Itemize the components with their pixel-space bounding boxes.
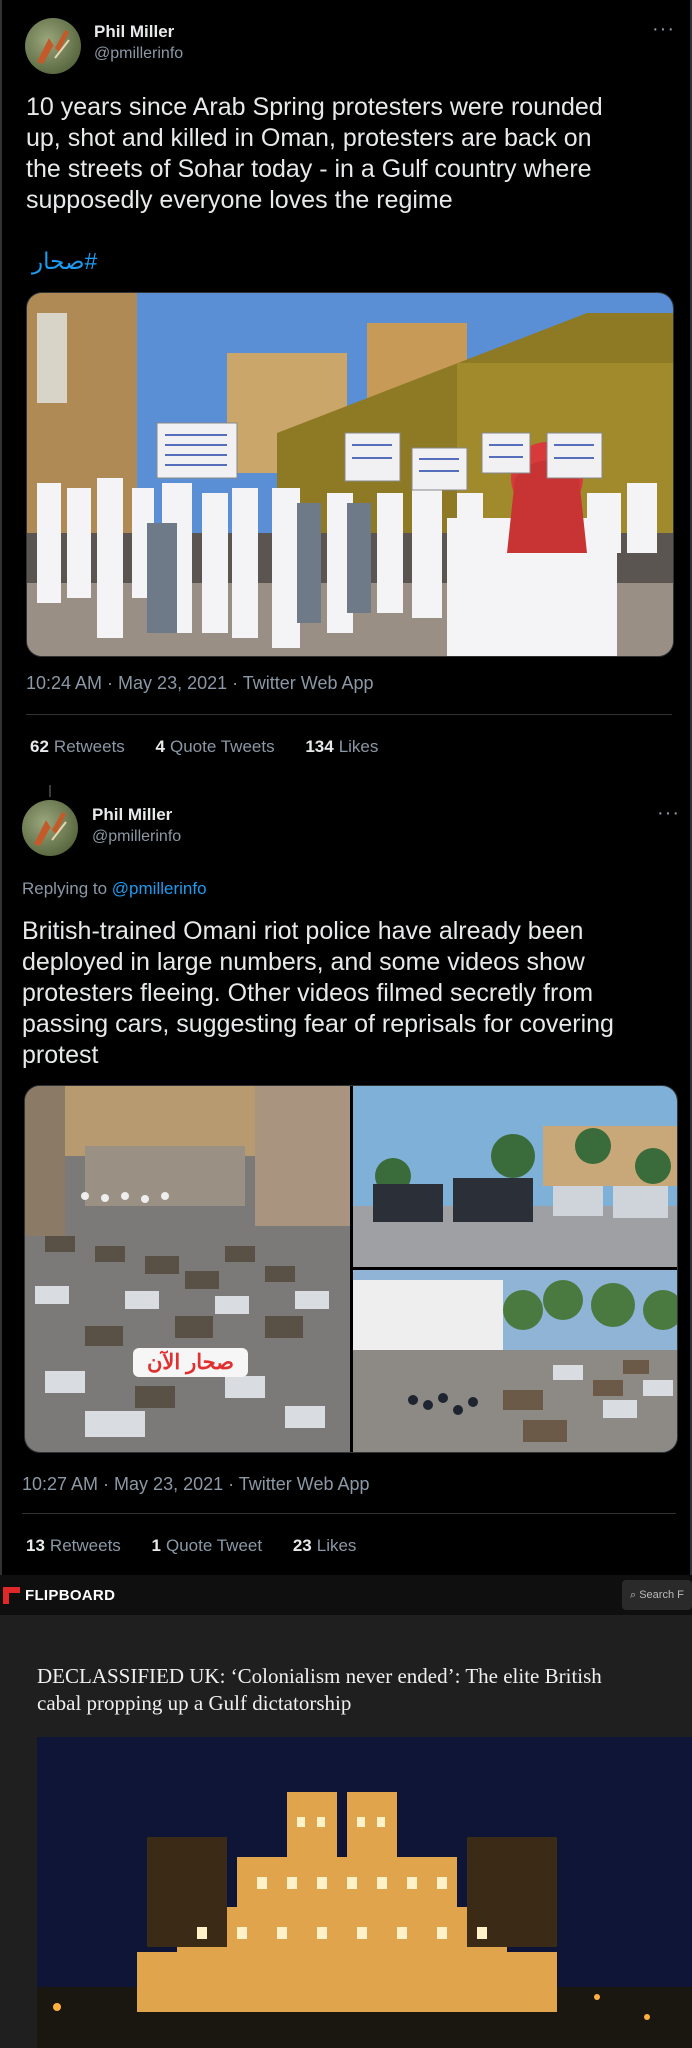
video-thumbnail-street[interactable]: صحار الآن xyxy=(25,1086,350,1452)
more-icon[interactable]: ··· xyxy=(657,802,680,825)
replying-to-link[interactable]: @pmillerinfo xyxy=(112,879,207,898)
divider xyxy=(22,1513,676,1514)
quote-tweets-stat[interactable]: 4 Quote Tweets xyxy=(156,737,275,756)
flipboard-header: FLIPBOARD ⌕ Search F xyxy=(0,1575,692,1615)
flipboard-article: FLIPBOARD ⌕ Search F DECLASSIFIED UK: ‘C… xyxy=(0,1575,692,2048)
author-name[interactable]: Phil Miller xyxy=(94,22,174,42)
tweet-1: Phil Miller @pmillerinfo ··· 10 years si… xyxy=(0,0,692,785)
crowd-street-image xyxy=(353,1270,677,1452)
search-input[interactable]: ⌕ Search F xyxy=(622,1580,692,1610)
tweet-text-line: protesters fleeing. Other videos filmed … xyxy=(22,979,594,1007)
protest-photo xyxy=(27,293,673,656)
flipboard-logo-icon[interactable] xyxy=(3,1587,20,1604)
tweet-text-line: 10 years since Arab Spring protesters we… xyxy=(26,93,603,121)
tweet-text-line: passing cars, suggesting fear of reprisa… xyxy=(22,1010,614,1038)
tweet-text: British-trained Omani riot police have a… xyxy=(22,916,614,1071)
building-night-image xyxy=(37,1737,692,2048)
article-headline[interactable]: DECLASSIFIED UK: ‘Colonialism never ende… xyxy=(37,1663,677,1717)
video-thumbnail-crowd[interactable] xyxy=(353,1270,677,1452)
author-avatar[interactable] xyxy=(25,18,81,74)
tweet-text-line: supposedly everyone loves the regime xyxy=(26,186,453,214)
photo-caption: صحار الآن xyxy=(133,1348,248,1377)
search-icon: ⌕ xyxy=(630,1589,640,1601)
tweet-timestamp[interactable]: 10:27 AM · May 23, 2021 · Twitter Web Ap… xyxy=(22,1474,370,1495)
replying-to: Replying to @pmillerinfo xyxy=(22,879,207,898)
tweet-text-line: British-trained Omani riot police have a… xyxy=(22,917,584,945)
tweet-photo[interactable] xyxy=(26,292,674,657)
hashtag-link[interactable]: #صحار xyxy=(32,248,97,275)
thread-connector xyxy=(49,785,51,797)
tweet-text-line: deployed in large numbers, and some vide… xyxy=(22,948,585,976)
likes-stat[interactable]: 23 Likes xyxy=(293,1536,357,1555)
author-handle[interactable]: @pmillerinfo xyxy=(94,45,183,63)
quote-tweets-stat[interactable]: 1 Quote Tweet xyxy=(152,1536,263,1555)
likes-stat[interactable]: 134 Likes xyxy=(305,737,378,756)
tweet-text: 10 years since Arab Spring protesters we… xyxy=(26,92,603,216)
tweet-media-grid: صحار الآن xyxy=(24,1085,678,1453)
tweet-stats: 13 Retweets 1 Quote Tweet 23 Likes xyxy=(26,1536,382,1556)
divider xyxy=(26,714,672,715)
author-handle[interactable]: @pmillerinfo xyxy=(92,828,181,846)
video-thumbnail-police-vans[interactable] xyxy=(353,1086,677,1267)
tweet-text-line: protest xyxy=(22,1041,99,1069)
police-vans-image xyxy=(353,1086,677,1267)
retweets-stat[interactable]: 13 Retweets xyxy=(26,1536,121,1555)
tweet-text-line: up, shot and killed in Oman, protesters … xyxy=(26,124,592,152)
author-avatar[interactable] xyxy=(22,800,78,856)
tweet-text-line: the streets of Sohar today - in a Gulf c… xyxy=(26,155,592,183)
author-name[interactable]: Phil Miller xyxy=(92,805,172,825)
flipboard-brand[interactable]: FLIPBOARD xyxy=(25,1587,115,1604)
tweet-timestamp[interactable]: 10:24 AM · May 23, 2021 · Twitter Web Ap… xyxy=(26,673,374,694)
article-hero-image[interactable] xyxy=(37,1737,692,2048)
street-aerial-image xyxy=(25,1086,350,1452)
retweets-stat[interactable]: 62 Retweets xyxy=(30,737,125,756)
more-icon[interactable]: ··· xyxy=(652,18,675,41)
tweet-stats: 62 Retweets 4 Quote Tweets 134 Likes xyxy=(30,737,404,757)
tweet-2: Phil Miller @pmillerinfo ··· Replying to… xyxy=(0,785,692,1575)
